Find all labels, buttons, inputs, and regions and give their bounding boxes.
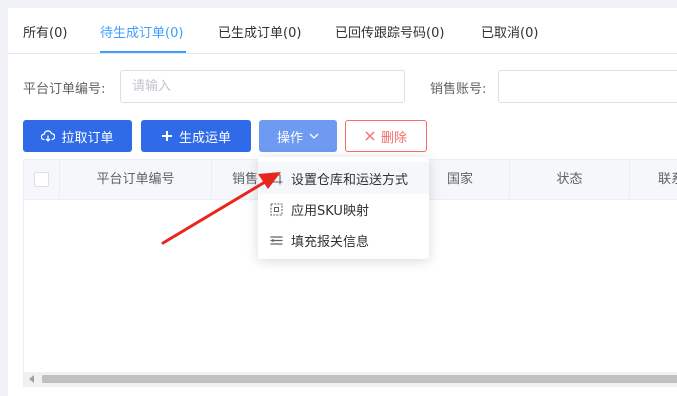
plus-icon [161, 130, 173, 142]
tab-pending-orders[interactable]: 待生成订单(0) [100, 22, 183, 41]
tab-all[interactable]: 所有(0) [23, 22, 67, 41]
column-header[interactable]: 平台订单编号 [60, 160, 212, 200]
close-icon [365, 131, 375, 141]
tab-cancelled[interactable]: 已取消(0) [481, 22, 538, 41]
crop-icon [270, 172, 283, 185]
create-waybill-button[interactable]: 生成运单 [141, 120, 251, 152]
sales-account-label: 销售账号: [430, 82, 487, 97]
pull-orders-button[interactable]: 拉取订单 [23, 120, 132, 152]
menu-item-label: 设置仓库和运送方式 [291, 172, 409, 188]
create-waybill-label: 生成运单 [178, 130, 231, 146]
scrollbar-thumb[interactable] [42, 375, 677, 383]
list-icon [270, 234, 283, 247]
delete-label: 删除 [380, 130, 407, 146]
column-header[interactable]: 状态 [510, 160, 630, 200]
select-all-checkbox[interactable] [34, 172, 49, 187]
horizontal-scrollbar[interactable] [24, 372, 677, 386]
tab-generated-orders[interactable]: 已生成订单(0) [218, 22, 301, 41]
chevron-down-icon [309, 133, 319, 139]
select-all-cell [24, 160, 60, 200]
delete-button[interactable]: 删除 [345, 120, 427, 152]
mapping-icon [270, 203, 283, 216]
cloud-download-icon [41, 130, 56, 142]
pull-orders-label: 拉取订单 [61, 130, 114, 146]
menu-item-label: 填充报关信息 [291, 234, 370, 250]
order-no-label: 平台订单编号: [23, 82, 106, 97]
column-header[interactable]: 联系 [630, 160, 677, 200]
order-no-input[interactable] [120, 70, 405, 103]
operation-label: 操作 [276, 130, 303, 146]
menu-item-apply-sku-mapping[interactable]: 应用SKU映射 [258, 193, 429, 225]
menu-item-set-warehouse-shipping[interactable]: 设置仓库和运送方式 [258, 162, 429, 194]
menu-item-fill-customs-info[interactable]: 填充报关信息 [258, 224, 429, 256]
menu-item-label: 应用SKU映射 [291, 203, 369, 219]
sales-account-input[interactable] [498, 70, 677, 103]
active-tab-indicator [100, 51, 186, 53]
order-status-tabs: 所有(0) 待生成订单(0) 已生成订单(0) 已回传跟踪号码(0) 已取消(0… [8, 8, 677, 54]
operation-dropdown-button[interactable]: 操作 [259, 120, 337, 152]
scroll-left-arrow-icon[interactable] [29, 375, 34, 383]
operation-dropdown-menu: 设置仓库和运送方式 应用SKU映射 填充报关信息 [258, 157, 429, 259]
tab-tracking-returned[interactable]: 已回传跟踪号码(0) [335, 22, 444, 41]
